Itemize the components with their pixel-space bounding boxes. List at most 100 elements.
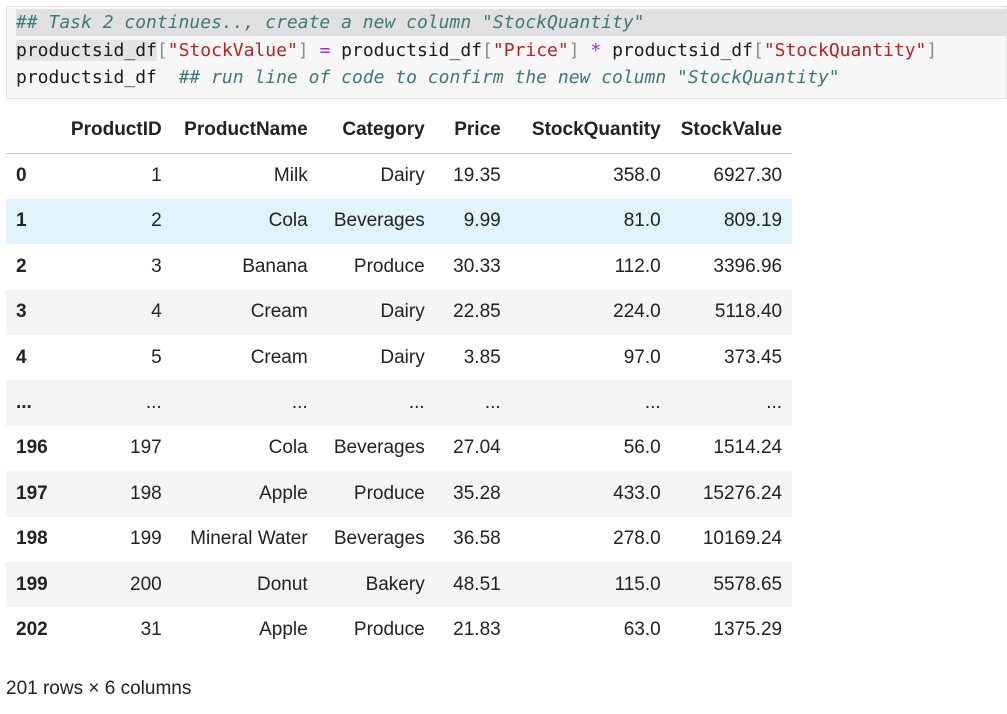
cell-category: Produce [353,618,425,640]
table-row: 3 4 Cream Dairy 22.85 224.0 5118.40 [6,289,793,335]
cell-category: Dairy [380,165,425,187]
code-line-display[interactable]: productsid_df ## run line of code to con… [16,64,840,91]
cell-productname: Donut [257,573,308,595]
cell-productid: ... [145,392,162,414]
cell-category: Produce [353,255,425,277]
cell-stockquantity: 56.0 [623,437,661,459]
table-row: 198 199 Mineral Water Beverages 36.58 27… [6,517,792,562]
cell-price: 19.35 [453,165,501,187]
code-variable: productsid_df [16,40,157,61]
cell-productid: 198 [130,482,162,504]
table-row: 196 197 Cola Beverages 27.04 56.0 1514.2… [6,426,792,471]
cell-stockvalue: 10169.24 [702,528,783,550]
cell-productid: 31 [140,618,162,640]
cell-productid: 197 [130,437,162,459]
column-header-price: Price [434,108,511,154]
cell-productid: 3 [151,255,162,277]
cell-stockquantity: 81.0 [623,210,661,232]
code-line-assignment[interactable]: productsid_df["StockValue"] = productsid… [16,37,937,64]
cell-category: Produce [353,482,425,504]
cell-category: Beverages [333,437,425,459]
cell-stockvalue: 373.45 [723,346,783,368]
cell-stockquantity: 433.0 [613,482,661,504]
code-operator: = [308,40,342,61]
code-bracket: [ [752,40,764,61]
column-header-category: Category [317,108,435,154]
cell-stockvalue: 1514.24 [713,437,783,459]
cell-stockquantity: ... [644,392,661,414]
row-index: 196 [16,437,48,459]
cell-price: 48.51 [453,573,501,595]
cell-productname: Mineral Water [190,528,308,550]
cell-stockvalue: 6927.30 [713,165,783,187]
cell-productname: Milk [273,165,308,187]
cell-stockquantity: 97.0 [623,346,661,368]
column-header-stockquantity: StockQuantity [510,108,671,154]
code-comment: ## run line of code to confirm the new c… [178,67,840,88]
cell-price: 22.85 [453,301,501,323]
table-row: 2 3 Banana Produce 30.33 112.0 3396.96 [6,244,792,289]
cell-price: 30.33 [453,255,501,277]
cell-stockquantity: 115.0 [614,573,661,595]
cell-price: 36.58 [453,528,501,550]
index-header [6,108,58,154]
cell-price: 21.83 [453,618,501,640]
column-header-productid: ProductID [57,108,172,154]
code-cell[interactable]: ## Task 2 continues.., create a new colu… [6,6,1007,99]
table-row-ellipsis: ... ... ... ... ... ... ... [6,380,793,426]
table-row: 0 1 Milk Dairy 19.35 358.0 6927.30 [6,153,792,198]
cell-category: Beverages [333,528,425,550]
cell-productid: 4 [151,301,162,323]
row-index: ... [16,392,32,414]
column-header-productname: ProductName [171,108,318,154]
cell-productname: Banana [242,255,308,277]
cell-category: Bakery [365,573,425,595]
cell-stockquantity: 63.0 [623,618,661,640]
cell-stockquantity: 224.0 [613,301,661,323]
cell-stockquantity: 112.0 [614,255,661,277]
cell-stockvalue: 5118.40 [714,301,783,323]
row-index: 4 [16,346,27,368]
code-bracket: ] [926,40,938,61]
cell-productname: Cream [250,301,308,323]
code-string: "StockValue" [167,40,298,61]
column-header-stockvalue: StockValue [670,108,793,154]
cell-productname: Apple [259,618,308,640]
row-index: 199 [16,573,48,595]
cell-productid: 200 [130,573,162,595]
cell-productid: 1 [151,165,162,187]
cell-productname: Cola [268,437,308,459]
code-bracket: [ [156,40,168,61]
row-index: 2 [16,255,27,277]
table-row: 4 5 Cream Dairy 3.85 97.0 373.45 [6,335,792,380]
cell-price: 3.85 [463,346,501,368]
cell-stockquantity: 278.0 [613,528,661,550]
cell-stockvalue: 1375.29 [713,618,783,640]
cell-category: Beverages [333,210,425,232]
code-operator: * [579,40,613,61]
cell-category: Dairy [380,301,425,323]
code-string: "Price" [492,40,569,61]
code-bracket: ] [297,40,309,61]
cell-stockvalue: 809.19 [723,210,783,232]
cell-category: Dairy [380,346,425,368]
cell-price: ... [484,392,501,414]
cell-productname: ... [291,392,308,414]
row-index: 0 [16,165,27,187]
row-index: 202 [16,618,48,640]
table-row: 202 31 Apple Produce 21.83 63.0 1375.29 [6,607,792,652]
code-string: "StockQuantity" [763,40,927,61]
cell-productname: Cola [268,210,308,232]
code-variable: productsid_df [16,67,179,88]
cell-stockvalue: ... [766,392,783,414]
cell-stockvalue: 3396.96 [713,255,783,277]
cell-productid: 2 [151,210,162,232]
cell-price: 35.28 [453,482,501,504]
code-line-comment[interactable]: ## Task 2 continues.., create a new colu… [16,9,1006,36]
dataframe-shape-text: 201 rows × 6 columns [6,678,192,699]
cell-category: ... [408,392,425,414]
row-index: 1 [16,210,27,232]
table-row: 199 200 Donut Bakery 48.51 115.0 5578.65 [6,561,793,608]
table-row: 1 2 Cola Beverages 9.99 81.0 809.19 [6,198,793,245]
cell-productname: Cream [250,346,308,368]
